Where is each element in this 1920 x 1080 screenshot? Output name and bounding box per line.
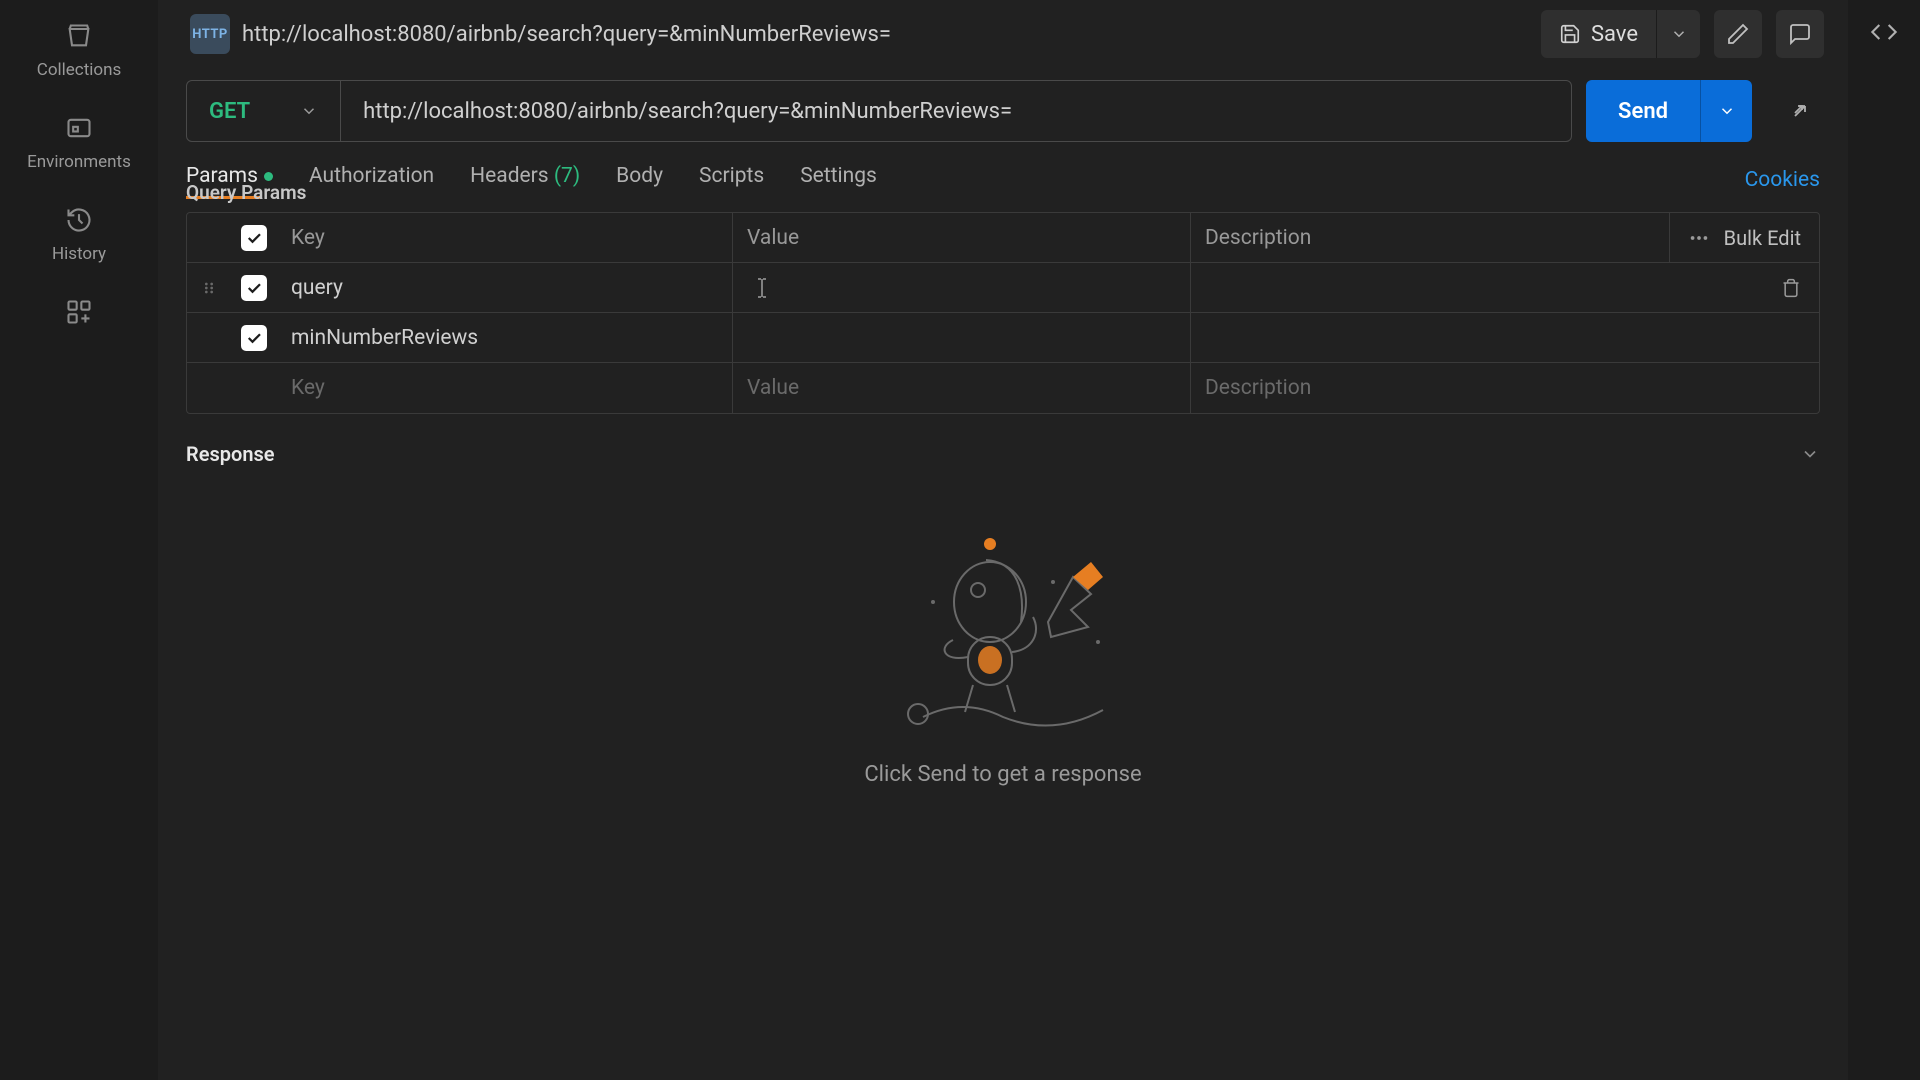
param-value-input[interactable] [733,313,1191,362]
response-collapse[interactable] [1800,444,1820,464]
drag-handle[interactable] [187,280,231,296]
row-checkbox[interactable] [241,275,267,301]
row-checkbox[interactable] [241,325,267,351]
environments-icon [63,112,95,144]
collections-icon [63,20,95,52]
param-value-input[interactable] [733,263,1191,312]
right-rail [1848,0,1920,1080]
expand-button[interactable] [1780,91,1820,131]
delete-row-button[interactable] [1763,278,1819,298]
sidebar-label: History [52,244,106,264]
param-key-input[interactable]: query [277,263,733,312]
topbar: HTTP http://localhost:8080/airbnb/search… [158,0,1848,68]
code-button[interactable] [1860,8,1908,56]
pencil-icon [1726,22,1750,46]
sidebar-item-environments[interactable]: Environments [0,100,158,192]
table-row-new: Key Value Description [187,363,1819,413]
query-params-table: Key Value Description Bulk Edit query [186,212,1820,414]
save-button-group: Save [1541,10,1700,58]
bulk-edit-link[interactable]: Bulk Edit [1724,226,1801,250]
param-value-placeholder[interactable]: Value [733,363,1191,413]
send-button-group: Send [1586,80,1752,142]
sidebar-item-add[interactable] [0,284,158,348]
main-area: HTTP http://localhost:8080/airbnb/search… [158,0,1848,1080]
http-badge: HTTP [190,14,230,54]
response-hint: Click Send to get a response [864,762,1141,787]
param-description-placeholder[interactable]: Description [1191,363,1819,413]
http-badge-label: HTTP [192,27,228,42]
url-input[interactable]: http://localhost:8080/airbnb/search?quer… [341,81,1571,141]
param-key-input[interactable]: minNumberReviews [277,313,733,362]
topbar-actions: Save [1541,10,1824,58]
history-icon [63,204,95,236]
apps-add-icon [63,296,95,328]
response-section: Response [158,436,1848,827]
more-options[interactable] [1688,227,1710,249]
save-icon [1559,23,1581,45]
code-icon [1870,18,1898,46]
sidebar-item-history[interactable]: History [0,192,158,284]
text-cursor-icon [755,277,769,299]
request-row: GET http://localhost:8080/airbnb/search?… [158,68,1848,154]
comment-icon [1788,22,1812,46]
column-header-description: Description [1191,213,1670,262]
edit-button[interactable] [1714,10,1762,58]
send-dropdown[interactable] [1700,80,1752,142]
send-button[interactable]: Send [1586,80,1700,142]
save-button[interactable]: Save [1541,10,1656,58]
sidebar-label: Environments [27,152,131,172]
column-header-key: Key [277,213,733,262]
response-title: Response [186,442,275,466]
sidebar-item-collections[interactable]: Collections [0,8,158,100]
astronaut-illustration [873,532,1133,732]
chevron-down-icon [300,102,318,120]
response-body: Click Send to get a response [158,472,1848,827]
chevron-down-icon [1718,102,1736,120]
method-select[interactable]: GET [187,81,341,141]
table-row: minNumberReviews [187,313,1819,363]
query-params-title: Query Params [158,177,1848,212]
table-header-row: Key Value Description Bulk Edit [187,213,1819,263]
table-row: query [187,263,1819,313]
response-header: Response [158,436,1848,472]
comment-button[interactable] [1776,10,1824,58]
expand-icon [1788,99,1812,123]
method-label: GET [209,99,250,124]
param-description-input[interactable] [1191,313,1819,362]
sidebar-label: Collections [37,60,122,80]
save-dropdown[interactable] [1656,10,1700,58]
param-description-input[interactable] [1191,263,1763,312]
param-key-placeholder[interactable]: Key [277,363,733,413]
topbar-url: http://localhost:8080/airbnb/search?quer… [242,22,1529,47]
save-label: Save [1591,22,1638,47]
chevron-down-icon [1670,25,1688,43]
column-header-value: Value [733,213,1191,262]
select-all-checkbox[interactable] [241,225,267,251]
request-bar: GET http://localhost:8080/airbnb/search?… [186,80,1572,142]
left-sidebar: Collections Environments History [0,0,158,1080]
